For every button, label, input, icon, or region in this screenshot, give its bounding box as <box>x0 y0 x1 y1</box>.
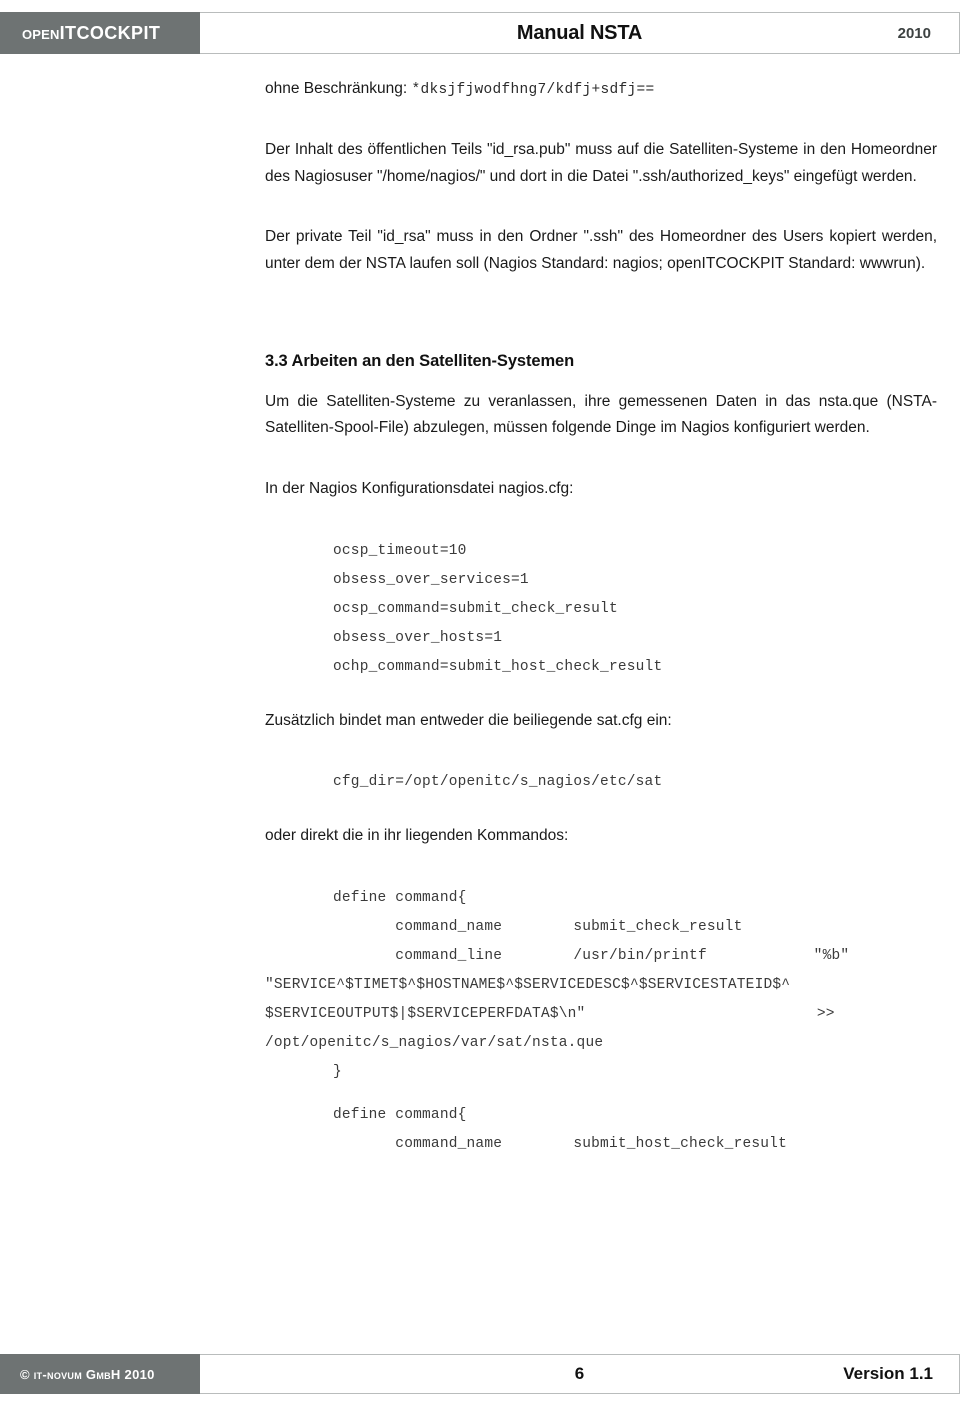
code-block-define-service-command: define command{ command_name submit_chec… <box>333 889 850 964</box>
paragraph-sat-cfg: Zusätzlich bindet man entweder die beili… <box>265 711 672 729</box>
document-version: Version 1.1 <box>843 1364 933 1383</box>
page-footer: © it-novum GmbH 2010 6 Version 1.1 <box>0 1354 960 1394</box>
paragraph-key-value: *dksjfjwodfhng7/kdfj+sdfj== <box>411 82 655 98</box>
paragraph-kommandos: oder direkt die in ihr liegenden Kommand… <box>265 827 569 845</box>
brand-logo-main: ITCOCKPIT <box>59 22 161 43</box>
document-year: 2010 <box>897 24 931 42</box>
paragraph-nagios-cfg: In der Nagios Konfigurationsdatei nagios… <box>265 479 574 497</box>
paragraph-key-line: ohne Beschränkung: *dksjfjwodfhng7/kdfj+… <box>265 76 937 103</box>
paragraph-satellite-systems: Um die Satelliten-Systeme zu veranlassen… <box>265 392 937 437</box>
paragraph-key-label: ohne Beschränkung: <box>265 80 412 97</box>
heading-section-3-3: 3.3 Arbeiten an den Satelliten-Systemen <box>265 351 575 370</box>
paragraph-private-key: Der private Teil "id_rsa" muss in den Or… <box>265 228 937 272</box>
code-block-cfg-dir: cfg_dir=/opt/openitc/s_nagios/etc/sat <box>333 774 663 791</box>
brand-logo-bar: openITCOCKPIT <box>0 12 200 54</box>
paragraph-public-key: Der Inhalt des öffentlichen Teils "id_rs… <box>265 140 937 185</box>
header-title-bar: Manual NSTA 2010 <box>200 12 960 54</box>
footer-main-bar: 6 Version 1.1 <box>200 1354 960 1394</box>
code-block-closing-brace: } <box>333 1063 342 1080</box>
brand-logo: openITCOCKPIT <box>22 23 160 44</box>
footer-copyright-text: © it-novum GmbH 2010 <box>20 1366 155 1382</box>
document-title: Manual NSTA <box>516 21 643 44</box>
footer-copyright-bar: © it-novum GmbH 2010 <box>0 1354 200 1394</box>
page-header: openITCOCKPIT Manual NSTA 2010 <box>0 12 960 54</box>
code-block-service-command-args: "SERVICE^$TIMET$^$HOSTNAME$^$SERVICEDESC… <box>265 976 835 1051</box>
brand-logo-prefix: open <box>22 26 60 42</box>
code-block-nagios-cfg: ocsp_timeout=10 obsess_over_services=1 o… <box>333 542 663 675</box>
code-block-define-host-command: define command{ command_name submit_host… <box>333 1106 787 1152</box>
document-body: ohne Beschränkung: *dksjfjwodfhng7/kdfj+… <box>265 76 937 1159</box>
